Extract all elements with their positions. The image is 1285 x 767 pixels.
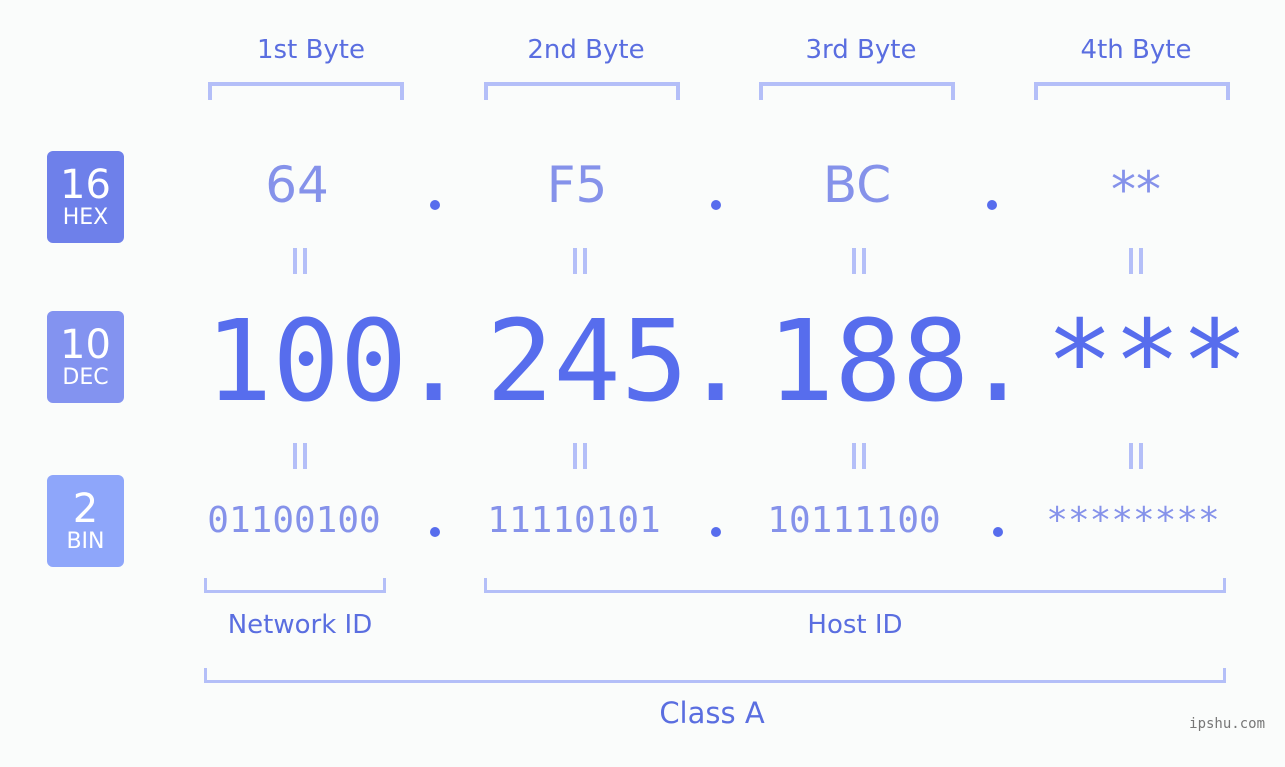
bin-separator-dot (993, 527, 1003, 537)
equals-icon (571, 248, 589, 274)
dec-byte-3: 188 (767, 297, 970, 427)
byte-3-bracket (759, 82, 955, 100)
hex-separator-dot (711, 200, 721, 210)
bin-byte-4: ******** (1046, 500, 1220, 541)
dec-base-label: DEC (62, 365, 109, 390)
bin-separator-dot (430, 527, 440, 537)
network-id-label: Network ID (227, 610, 373, 640)
byte-2-bracket (484, 82, 680, 100)
bin-base-number: 2 (72, 486, 99, 532)
hex-separator-dot (430, 200, 440, 210)
dec-base-number: 10 (60, 322, 111, 368)
dec-byte-1: 100 (205, 297, 408, 427)
host-id-label: Host ID (807, 610, 903, 640)
bin-byte-2: 11110101 (487, 500, 661, 541)
hex-separator-dot (987, 200, 997, 210)
byte-4-bracket (1034, 82, 1230, 100)
bin-badge: 2 BIN (47, 475, 124, 567)
hex-byte-4: ** (1111, 161, 1161, 219)
header-byte-1: 1st Byte (257, 35, 365, 65)
equals-icon (1127, 443, 1145, 469)
class-bracket (204, 668, 1226, 683)
byte-1-bracket (208, 82, 404, 100)
dec-byte-2: 245 (486, 297, 689, 427)
host-id-bracket (484, 578, 1226, 593)
hex-base-number: 16 (60, 162, 111, 208)
watermark: ipshu.com (1189, 716, 1265, 732)
equals-icon (291, 248, 309, 274)
hex-base-label: HEX (62, 205, 109, 230)
equals-icon (1127, 248, 1145, 274)
bin-byte-1: 01100100 (207, 500, 381, 541)
equals-icon (291, 443, 309, 469)
header-byte-4: 4th Byte (1080, 35, 1192, 65)
dec-separator: . (964, 297, 1032, 427)
equals-icon (850, 248, 868, 274)
bin-separator-dot (711, 527, 721, 537)
network-id-bracket (204, 578, 386, 593)
hex-byte-1: 64 (265, 156, 329, 214)
bin-base-label: BIN (66, 529, 105, 554)
header-byte-2: 2nd Byte (527, 35, 645, 65)
dec-separator: . (682, 297, 750, 427)
header-byte-3: 3rd Byte (805, 35, 917, 65)
hex-badge: 16 HEX (47, 151, 124, 243)
hex-byte-2: F5 (546, 156, 608, 214)
class-label: Class A (659, 696, 765, 730)
equals-icon (571, 443, 589, 469)
dec-badge: 10 DEC (47, 311, 124, 403)
bin-byte-3: 10111100 (767, 500, 941, 541)
equals-icon (850, 443, 868, 469)
dec-byte-4: *** (1046, 297, 1249, 427)
hex-byte-3: BC (822, 156, 892, 214)
dec-separator: . (400, 297, 468, 427)
